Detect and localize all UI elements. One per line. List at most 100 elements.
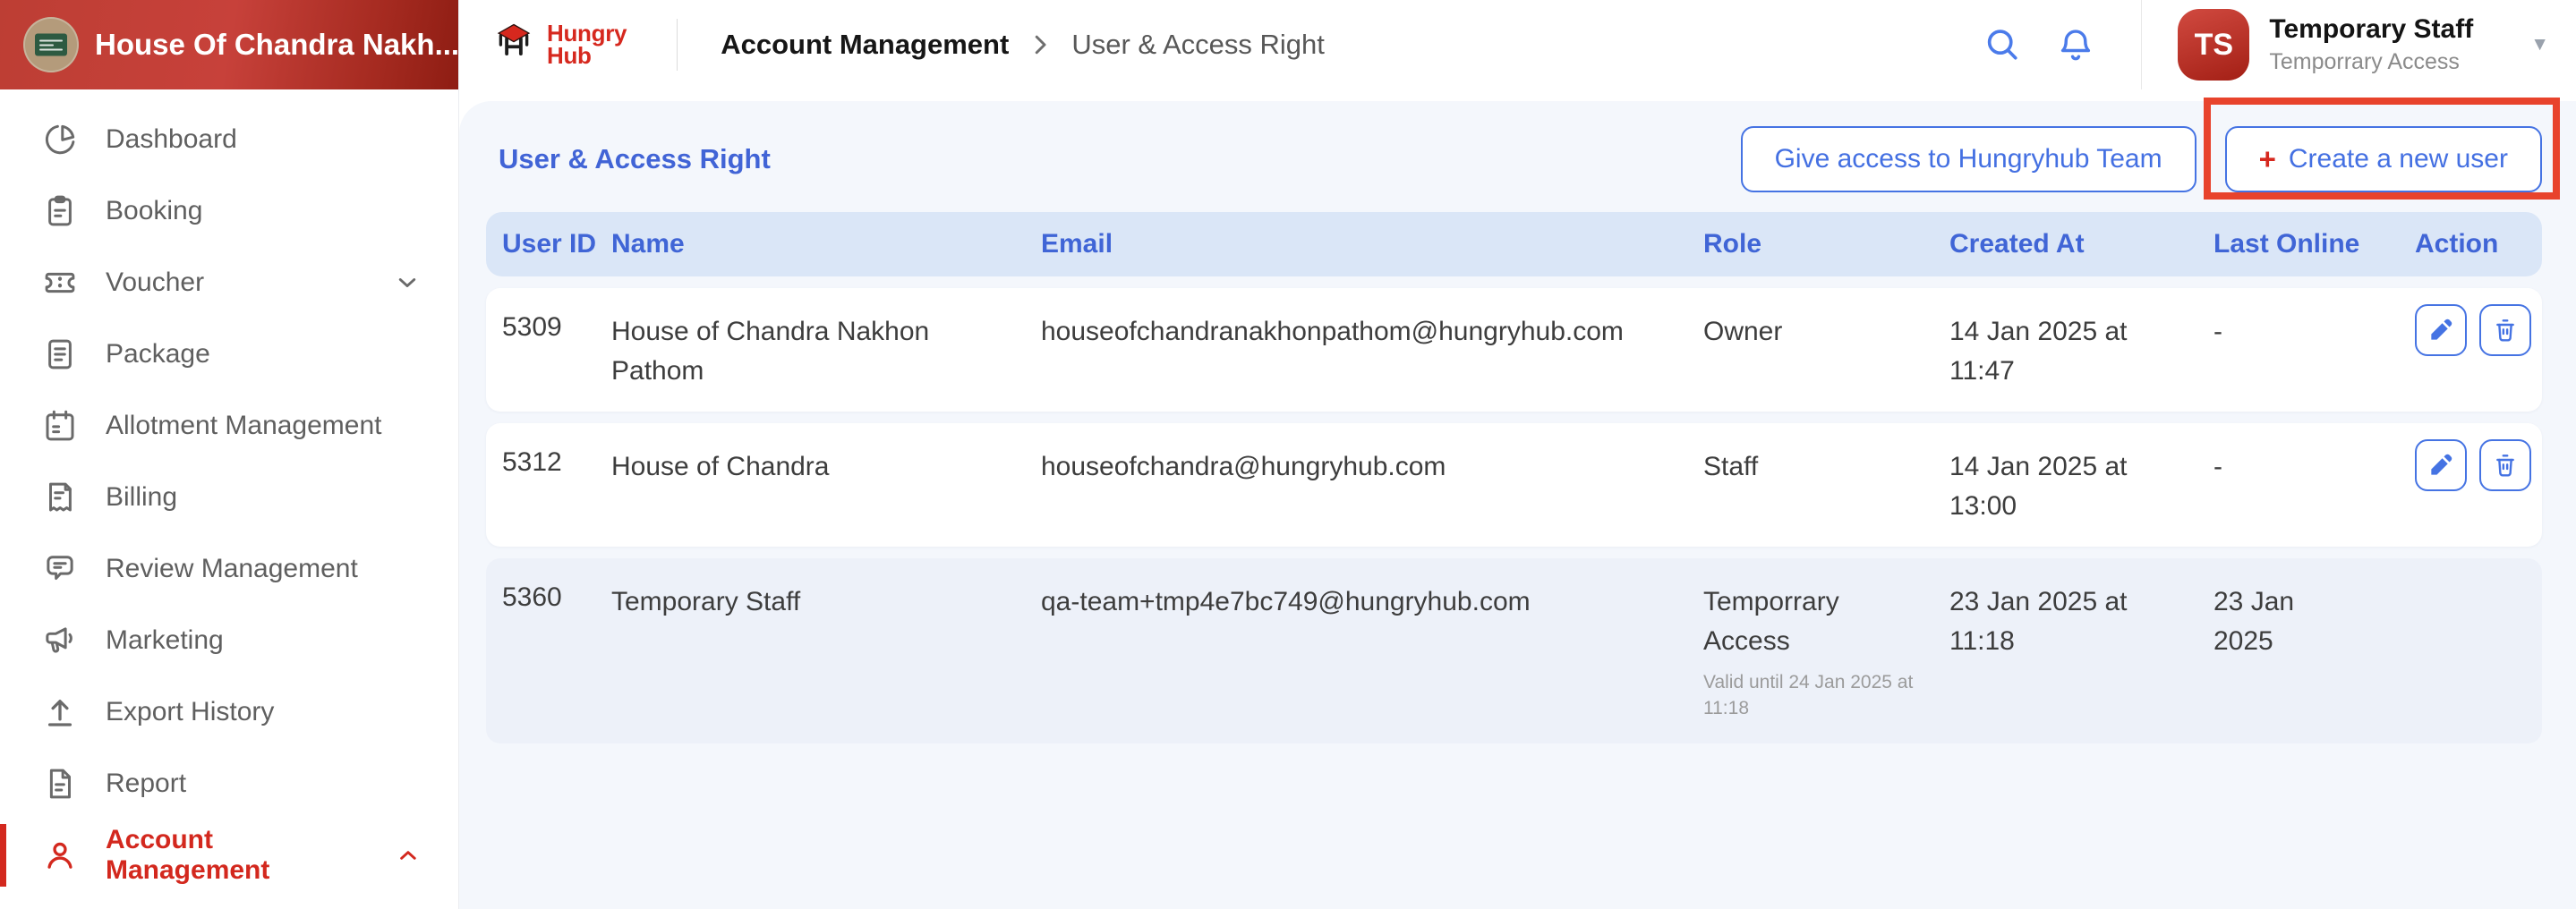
sidebar-item-label: Report [106,769,187,798]
edit-user-button[interactable] [2415,439,2467,491]
column-header-user-id: User ID [502,229,597,259]
delete-user-button[interactable] [2479,304,2531,356]
account-icon [47,842,73,869]
cell-last-online: - [2213,452,2222,481]
column-header-email: Email [1041,229,1113,259]
breadcrumb-current: User & Access Right [1071,29,1325,60]
marketing-icon [46,627,73,653]
sidebar-item-account-management[interactable]: Account Management [0,820,458,891]
trash-icon [2496,319,2514,342]
sidebar: House Of Chandra Nakh... « Dashboard Boo… [0,0,499,909]
restaurant-name: House Of Chandra Nakh... [95,28,460,61]
restaurant-logo [23,17,79,72]
header-buttons: Give access to Hungryhub Team + Create a… [1740,98,2560,200]
topbar-right: TS Temporary Staff Temporrary Access ▼ [1982,0,2549,89]
sidebar-item-label: Account Management [106,825,270,885]
sidebar-item-label: Dashboard [106,124,237,154]
topbar-divider [677,19,678,71]
chevron-up-icon [400,851,416,860]
profile-role: Temporrary Access [2269,49,2460,74]
cell-last-online: - [2213,317,2222,346]
page-title: User & Access Right [499,143,771,174]
table-row: 5360 Temporary Staff qa-team+tmp4e7bc749… [486,558,2542,743]
sidebar-item-label: Allotment Management [106,411,382,440]
content-panel: User & Access Right Give access to Hungr… [459,98,2576,909]
topbar: Hungry Hub Account Management User & Acc… [459,0,2576,89]
sidebar-item-package[interactable]: Package [0,319,458,390]
sidebar-item-label: Marketing [106,625,224,655]
cell-role: Staff [1703,452,1759,481]
plus-icon: + [2258,142,2276,175]
table-row: 5309 House of Chandra Nakhon Pathom hous… [486,288,2542,412]
give-access-button[interactable]: Give access to Hungryhub Team [1740,126,2196,192]
package-icon [48,339,72,370]
sidebar-item-label: Voucher [106,268,205,297]
column-header-role: Role [1703,229,1762,259]
sidebar-item-billing[interactable]: Billing [0,462,458,533]
cell-user-id: 5360 [502,582,562,612]
voucher-icon [45,272,75,293]
sidebar-item-label: Booking [106,196,203,225]
column-header-name: Name [611,229,685,259]
cell-created-at: 14 Jan 2025 at 11:47 [1949,317,2128,386]
delete-user-button[interactable] [2479,439,2531,491]
export-icon [47,700,73,726]
active-indicator-bar [0,824,6,887]
sidebar-item-export-history[interactable]: Export History [0,676,458,748]
report-icon [49,769,71,799]
chevron-down-icon [398,278,416,287]
hungryhub-table-icon [497,23,531,56]
profile-text: Temporary Staff Temporrary Access [2269,14,2473,75]
sidebar-item-label: Package [106,339,210,369]
pencil-icon [2431,319,2452,340]
breadcrumb-parent[interactable]: Account Management [721,29,1009,61]
cell-name: House of Chandra Nakhon Pathom [611,317,930,386]
cell-created-at: 14 Jan 2025 at 13:00 [1949,452,2128,521]
trash-icon [2496,454,2514,477]
edit-user-button[interactable] [2415,304,2467,356]
cell-email: houseofchandranakhonpathom@hungryhub.com [1041,317,1624,346]
cell-name: Temporary Staff [611,587,801,616]
avatar: TS [2178,9,2250,81]
cell-email: qa-team+tmp4e7bc749@hungryhub.com [1041,587,1531,616]
sidebar-item-allotment-management[interactable]: Allotment Management [0,390,458,462]
create-new-user-button[interactable]: + Create a new user [2224,126,2542,192]
sidebar-item-label: Review Management [106,554,358,583]
hungryhub-wordmark: Hungry Hub [547,20,627,69]
profile-name: Temporary Staff [2269,14,2474,44]
profile-menu[interactable]: TS Temporary Staff Temporrary Access [2142,9,2473,81]
review-icon [47,556,73,580]
role-validity-note: Valid until 24 Jan 2025 at 11:18 [1703,672,1914,719]
billing-icon [49,482,72,512]
chevron-right-icon [1036,35,1046,55]
cell-user-id: 5312 [502,447,562,477]
table-header-row: User ID Name Email Role Created At Last … [486,212,2542,276]
caret-down-icon[interactable]: ▼ [2530,34,2549,55]
create-user-wrap: + Create a new user [2203,98,2560,200]
users-table: User ID Name Email Role Created At Last … [486,212,2542,743]
cell-action [2415,439,2542,491]
booking-icon [48,195,72,226]
hungryhub-logo[interactable]: Hungry Hub [490,21,627,69]
pencil-icon [2431,454,2452,475]
sidebar-header: House Of Chandra Nakh... « [0,0,499,89]
allotment-icon [46,410,74,441]
column-header-action: Action [2415,229,2499,259]
sidebar-menu: Dashboard Booking Voucher Package Allotm… [0,89,458,891]
sidebar-item-label: Export History [106,697,275,726]
column-header-last-online: Last Online [2213,229,2360,259]
table-row: 5312 House of Chandra houseofchandra@hun… [486,423,2542,547]
sidebar-item-review-management[interactable]: Review Management [0,533,458,605]
cell-name: House of Chandra [611,452,830,481]
sidebar-item-report[interactable]: Report [0,748,458,820]
cell-user-id: 5309 [502,312,562,342]
cell-email: houseofchandra@hungryhub.com [1041,452,1446,481]
bell-icon[interactable] [2055,24,2096,65]
search-icon[interactable] [1982,24,2023,65]
column-header-created-at: Created At [1949,229,2085,259]
sidebar-item-dashboard[interactable]: Dashboard [0,104,458,175]
sidebar-item-booking[interactable]: Booking [0,175,458,247]
cell-created-at: 23 Jan 2025 at 11:18 [1949,587,2128,656]
sidebar-item-voucher[interactable]: Voucher [0,247,458,319]
sidebar-item-marketing[interactable]: Marketing [0,605,458,676]
